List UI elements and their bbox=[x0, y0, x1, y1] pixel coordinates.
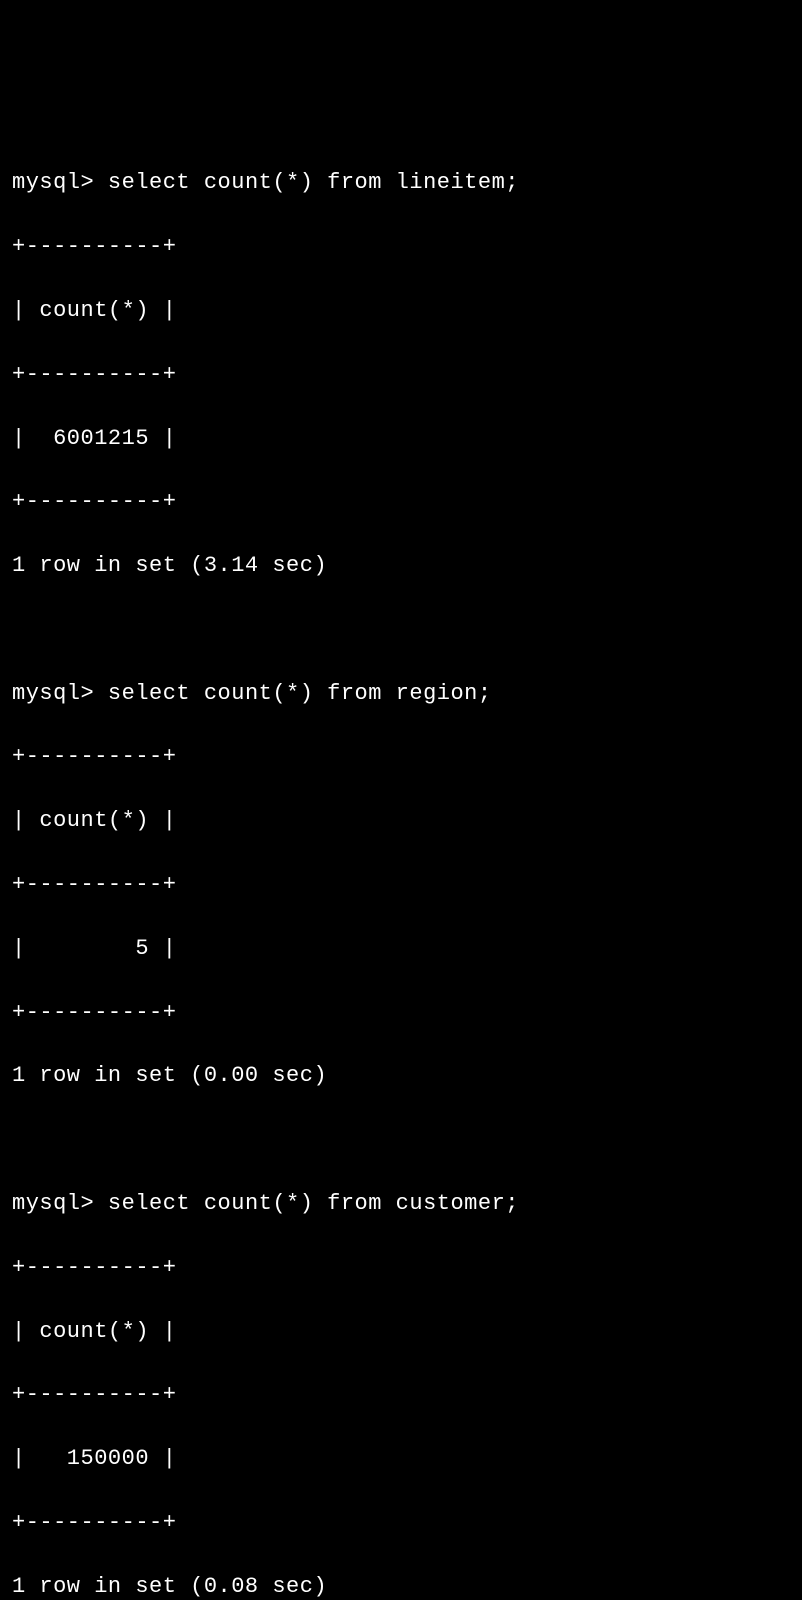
blank-line bbox=[12, 614, 790, 646]
mysql-prompt: mysql> bbox=[12, 170, 94, 195]
table-border: +----------+ bbox=[12, 869, 790, 901]
sql-command: select count(*) from region; bbox=[108, 681, 492, 706]
table-border: +----------+ bbox=[12, 359, 790, 391]
query-summary: 1 row in set (0.00 sec) bbox=[12, 1060, 790, 1092]
table-border: +----------+ bbox=[12, 1507, 790, 1539]
table-header: | count(*) | bbox=[12, 1316, 790, 1348]
blank-line bbox=[12, 1124, 790, 1156]
table-row: | 6001215 | bbox=[12, 423, 790, 455]
table-header: | count(*) | bbox=[12, 805, 790, 837]
query-summary: 1 row in set (0.08 sec) bbox=[12, 1571, 790, 1600]
mysql-prompt: mysql> bbox=[12, 681, 94, 706]
query-line: mysql> select count(*) from lineitem; bbox=[12, 167, 790, 199]
sql-command: select count(*) from customer; bbox=[108, 1191, 519, 1216]
table-row: | 5 | bbox=[12, 933, 790, 965]
table-header: | count(*) | bbox=[12, 295, 790, 327]
table-border: +----------+ bbox=[12, 1252, 790, 1284]
query-line: mysql> select count(*) from customer; bbox=[12, 1188, 790, 1220]
table-border: +----------+ bbox=[12, 741, 790, 773]
table-border: +----------+ bbox=[12, 997, 790, 1029]
table-border: +----------+ bbox=[12, 486, 790, 518]
table-border: +----------+ bbox=[12, 231, 790, 263]
sql-command: select count(*) from lineitem; bbox=[108, 170, 519, 195]
table-border: +----------+ bbox=[12, 1379, 790, 1411]
mysql-prompt: mysql> bbox=[12, 1191, 94, 1216]
query-summary: 1 row in set (3.14 sec) bbox=[12, 550, 790, 582]
query-line: mysql> select count(*) from region; bbox=[12, 678, 790, 710]
table-row: | 150000 | bbox=[12, 1443, 790, 1475]
terminal-output: mysql> select count(*) from lineitem; +-… bbox=[12, 136, 790, 1600]
